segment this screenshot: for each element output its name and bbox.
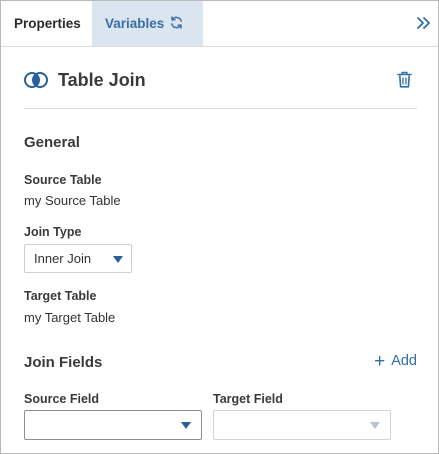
target-table-value: my Target Table xyxy=(24,310,116,325)
join-type-select[interactable]: Inner Join xyxy=(24,244,132,273)
source-table-label: Source Table xyxy=(24,173,102,187)
refresh-icon[interactable] xyxy=(169,15,184,30)
node-header: Table Join xyxy=(24,67,417,99)
join-type-label: Join Type xyxy=(24,225,82,239)
section-title-general: General xyxy=(24,134,80,151)
add-join-field-button[interactable]: + Add xyxy=(374,352,417,372)
add-label: Add xyxy=(391,353,417,369)
properties-panel: Properties Variables Table Join General … xyxy=(0,0,439,454)
tab-properties[interactable]: Properties xyxy=(1,1,92,46)
tab-bar: Properties Variables xyxy=(1,1,438,47)
header-divider xyxy=(24,108,417,109)
trash-icon[interactable] xyxy=(397,71,412,88)
target-table-label: Target Table xyxy=(24,289,97,303)
plus-icon: + xyxy=(374,351,386,372)
source-field-label: Source Field xyxy=(24,392,100,406)
double-chevron-right-icon[interactable] xyxy=(416,16,432,30)
venn-join-icon xyxy=(24,72,48,88)
target-field-select[interactable] xyxy=(213,410,391,440)
source-field-select[interactable] xyxy=(24,410,202,440)
join-type-value: Inner Join xyxy=(34,251,92,266)
chevron-down-icon xyxy=(113,256,123,263)
tab-variables[interactable]: Variables xyxy=(92,1,203,46)
target-field-label: Target Field xyxy=(213,392,283,406)
chevron-down-icon xyxy=(370,422,380,429)
section-title-join-fields: Join Fields xyxy=(24,354,103,371)
source-table-value: my Source Table xyxy=(24,193,121,208)
tab-variables-label: Variables xyxy=(105,16,165,31)
chevron-down-icon xyxy=(181,422,191,429)
page-title: Table Join xyxy=(58,70,146,90)
